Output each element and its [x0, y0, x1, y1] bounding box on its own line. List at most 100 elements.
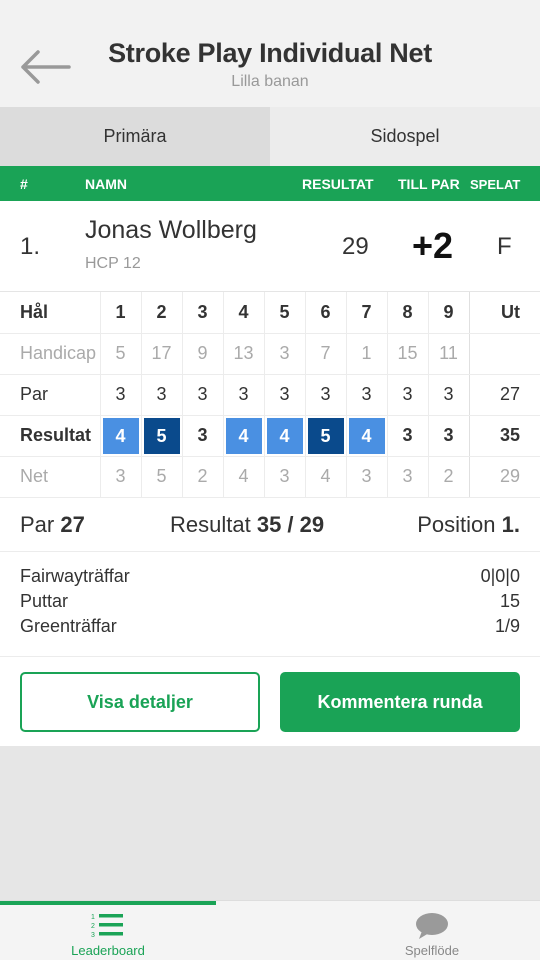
leaderboard-column-header: # NAMN RESULTAT TILL PAR SPELAT — [0, 166, 540, 201]
stat-row-greens: Greenträffar 1/9 — [0, 616, 540, 641]
summary-par: Par 27 — [20, 512, 85, 538]
handicap-cell: 9 — [182, 333, 224, 375]
result-total: 35 — [469, 415, 540, 457]
scorecard-net-row: Net 3 5 2 4 3 4 3 3 2 29 — [0, 456, 540, 498]
summary-position-value: 1. — [501, 512, 520, 537]
col-result: RESULTAT — [302, 176, 374, 192]
double-bogey-score-chip: 5 — [143, 417, 180, 454]
scorecard-par-row: Par 3 3 3 3 3 3 3 3 3 27 — [0, 374, 540, 416]
tab-bar: Primära Sidospel — [0, 107, 540, 166]
result-cell: 3 — [428, 415, 470, 457]
par-cell: 3 — [223, 374, 265, 416]
player-name: Jonas Wollberg — [85, 216, 257, 244]
hole-number: 8 — [387, 292, 429, 334]
player-row[interactable]: 1. Jonas Wollberg HCP 12 29 +2 F — [0, 201, 540, 292]
result-cell: 4 — [264, 415, 306, 457]
summary-result-label: Resultat — [170, 512, 251, 537]
app-header: Stroke Play Individual Net Lilla banan — [0, 0, 540, 107]
stat-label: Fairwayträffar — [20, 566, 130, 586]
divider — [0, 656, 540, 657]
par-total: 27 — [469, 374, 540, 416]
stat-label: Greenträffar — [20, 616, 117, 636]
player-to-par: +2 — [412, 225, 454, 266]
stat-label: Puttar — [20, 591, 69, 611]
result-cell: 4 — [223, 415, 265, 457]
row-label: Hål — [0, 292, 101, 334]
par-cell: 3 — [305, 374, 347, 416]
nav-label: Leaderboard — [71, 943, 145, 958]
row-label: Handicap — [0, 333, 101, 375]
result-cell: 3 — [387, 415, 429, 457]
scorecard-hole-row: Hål 1 2 3 4 5 6 7 8 9 Ut — [0, 292, 540, 334]
hole-number: 1 — [100, 292, 142, 334]
row-label: Resultat — [0, 415, 101, 457]
hole-number: 5 — [264, 292, 306, 334]
row-label: Net — [0, 456, 101, 498]
par-cell: 3 — [100, 374, 142, 416]
nav-item-spelflode[interactable]: Spelflöde — [324, 901, 540, 960]
col-played: SPELAT — [470, 177, 521, 192]
result-cell: 4 — [346, 415, 388, 457]
net-cell: 3 — [387, 456, 429, 498]
net-cell: 2 — [182, 456, 224, 498]
player-played: F — [497, 233, 512, 260]
par-cell: 3 — [428, 374, 470, 416]
round-summary: Par 27 Resultat 35 / 29 Position 1. — [0, 498, 540, 552]
col-to-par: TILL PAR — [398, 176, 460, 192]
round-stats: Fairwayträffar 0|0|0 Puttar 15 Greenträf… — [0, 566, 540, 641]
net-cell: 3 — [264, 456, 306, 498]
scorecard-result-row: Resultat 4 5 3 4 4 5 4 3 3 35 — [0, 415, 540, 457]
handicap-cell: 7 — [305, 333, 347, 375]
col-rank: # — [20, 176, 28, 192]
par-cell: 3 — [346, 374, 388, 416]
net-cell: 3 — [100, 456, 142, 498]
result-cell: 3 — [182, 415, 224, 457]
summary-par-value: 27 — [60, 512, 85, 537]
show-details-button[interactable]: Visa detaljer — [20, 672, 260, 732]
chat-bubble-icon — [416, 913, 448, 939]
handicap-cell: 13 — [223, 333, 265, 375]
tab-sidospel[interactable]: Sidospel — [270, 107, 540, 166]
hole-number: 3 — [182, 292, 224, 334]
stat-row-fairway: Fairwayträffar 0|0|0 — [0, 566, 540, 591]
net-cell: 4 — [223, 456, 265, 498]
par-cell: 3 — [182, 374, 224, 416]
hole-number: 2 — [141, 292, 183, 334]
svg-text:3: 3 — [91, 932, 95, 939]
handicap-total — [469, 333, 540, 375]
handicap-cell: 15 — [387, 333, 429, 375]
stat-value: 0|0|0 — [480, 566, 520, 586]
bogey-score-chip: 4 — [348, 417, 385, 454]
player-hcp: HCP 12 — [85, 255, 141, 272]
summary-position-label: Position — [417, 512, 496, 537]
net-cell: 2 — [428, 456, 470, 498]
row-label: Par — [0, 374, 101, 416]
summary-result: Resultat 35 / 29 — [170, 512, 324, 538]
bottom-nav: 1 2 3 Leaderboard Spelflöde — [0, 900, 540, 960]
summary-par-label: Par — [20, 512, 55, 537]
hole-number: 6 — [305, 292, 347, 334]
handicap-cell: 5 — [100, 333, 142, 375]
hole-number: 9 — [428, 292, 470, 334]
net-cell: 4 — [305, 456, 347, 498]
result-cell: 5 — [141, 415, 183, 457]
stat-value: 1/9 — [494, 616, 520, 636]
comment-round-button[interactable]: Kommentera runda — [280, 672, 520, 732]
handicap-cell: 1 — [346, 333, 388, 375]
scorecard-table: Hål 1 2 3 4 5 6 7 8 9 Ut Handicap 5 17 9… — [0, 292, 540, 498]
bogey-score-chip: 4 — [266, 417, 303, 454]
summary-position: Position 1. — [417, 512, 520, 538]
handicap-cell: 17 — [141, 333, 183, 375]
page-title: Stroke Play Individual Net — [108, 38, 432, 68]
page-subtitle: Lilla banan — [231, 73, 309, 90]
tab-primara[interactable]: Primära — [0, 107, 270, 166]
result-cell: 4 — [100, 415, 142, 457]
double-bogey-score-chip: 5 — [307, 417, 344, 454]
par-cell: 3 — [264, 374, 306, 416]
nav-item-leaderboard[interactable]: 1 2 3 Leaderboard — [0, 901, 216, 960]
col-name: NAMN — [85, 176, 127, 192]
stat-value: 15 — [499, 591, 520, 611]
leaderboard-list-icon: 1 2 3 — [91, 914, 123, 939]
net-cell: 5 — [141, 456, 183, 498]
par-cell: 3 — [141, 374, 183, 416]
